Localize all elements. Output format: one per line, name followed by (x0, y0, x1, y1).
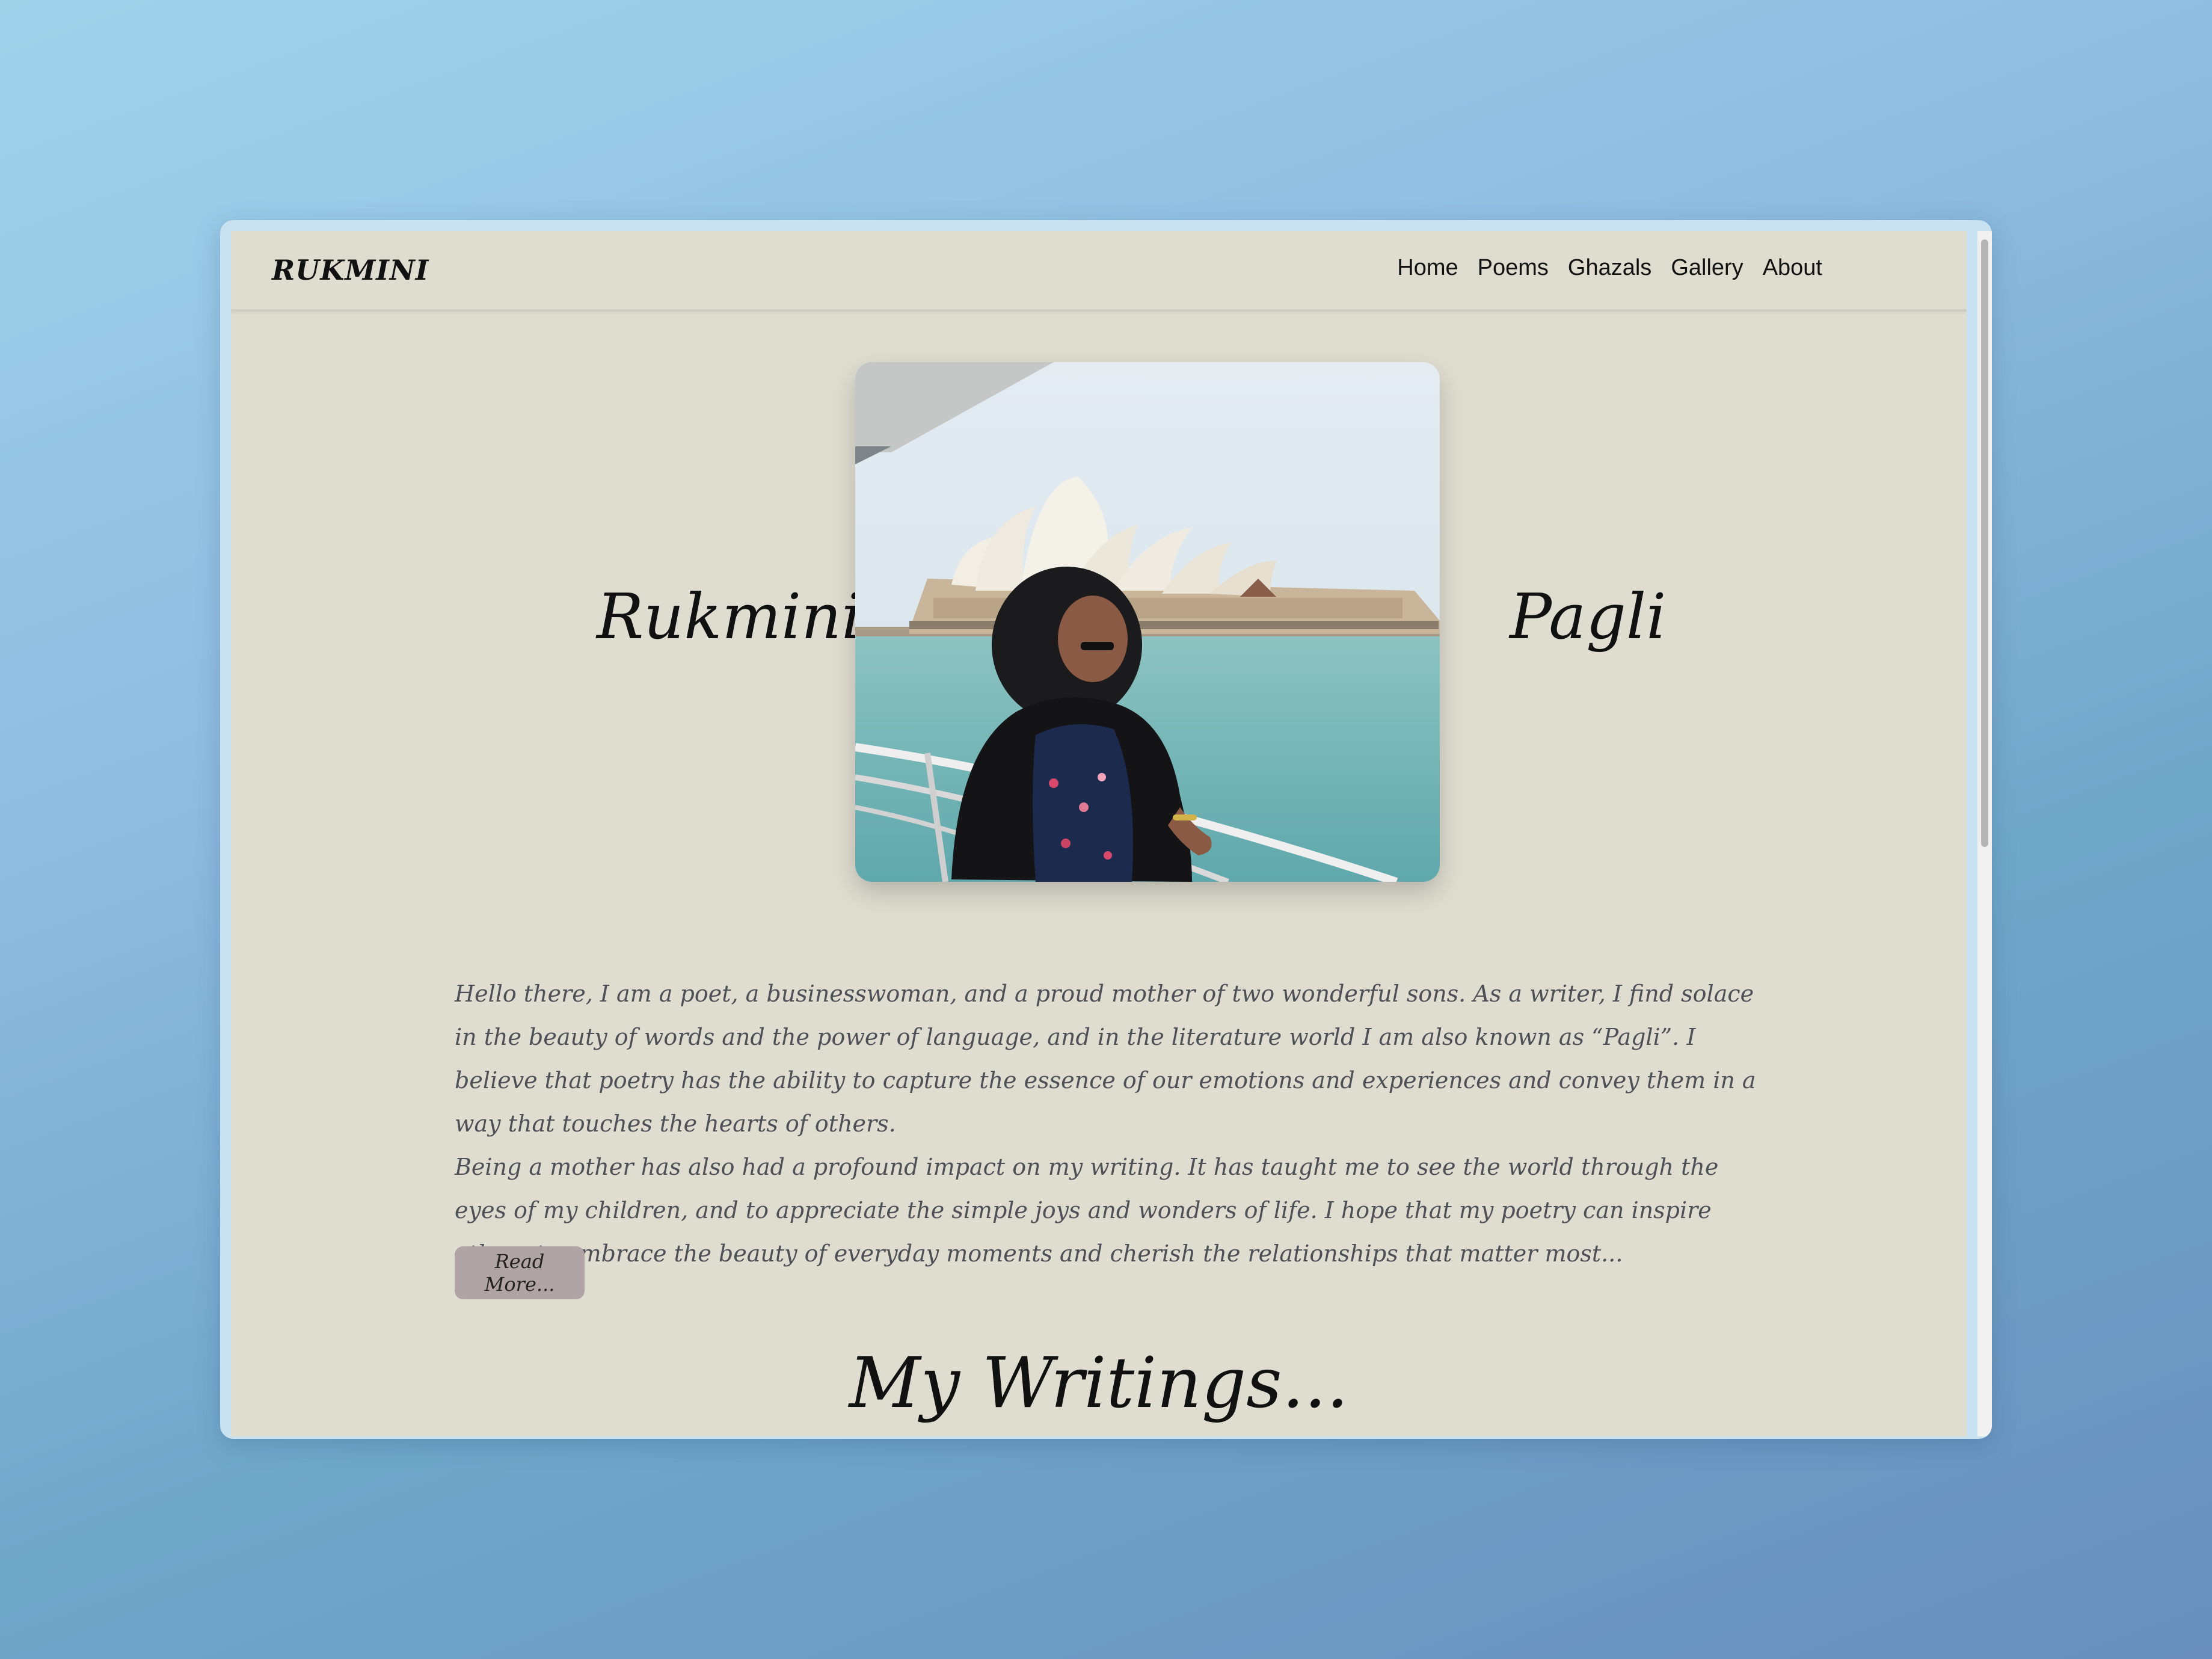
bio-text: Hello there, I am a poet, a businesswoma… (455, 972, 1766, 1275)
browser-window: RUKMINI Home Poems Ghazals Gallery About… (220, 220, 1992, 1439)
nav-link-gallery[interactable]: Gallery (1671, 255, 1743, 281)
scrollbar-track[interactable] (1977, 231, 1992, 1436)
nav-links: Home Poems Ghazals Gallery About (1397, 255, 1822, 281)
scrollbar-thumb[interactable] (1981, 239, 1988, 847)
hero-second-name: Pagli (1510, 580, 1667, 653)
portrait-photo-illustration (855, 362, 1440, 882)
hero-photo (855, 362, 1440, 882)
section-title-my-writings: My Writings... (849, 1343, 1349, 1424)
site-logo[interactable]: RUKMINI (272, 254, 429, 286)
nav-link-ghazals[interactable]: Ghazals (1568, 255, 1651, 281)
hero-first-name: Rukmini (597, 580, 862, 653)
page-viewport: RUKMINI Home Poems Ghazals Gallery About… (231, 231, 1967, 1436)
bio-paragraph-2: Being a mother has also had a profound i… (455, 1154, 1719, 1267)
nav-link-poems[interactable]: Poems (1478, 255, 1549, 281)
nav-link-home[interactable]: Home (1397, 255, 1458, 281)
read-more-button[interactable]: Read More... (455, 1246, 585, 1299)
bio-paragraph-1: Hello there, I am a poet, a businesswoma… (455, 980, 1756, 1137)
navbar: RUKMINI Home Poems Ghazals Gallery About (231, 231, 1967, 312)
nav-link-about[interactable]: About (1763, 255, 1822, 281)
